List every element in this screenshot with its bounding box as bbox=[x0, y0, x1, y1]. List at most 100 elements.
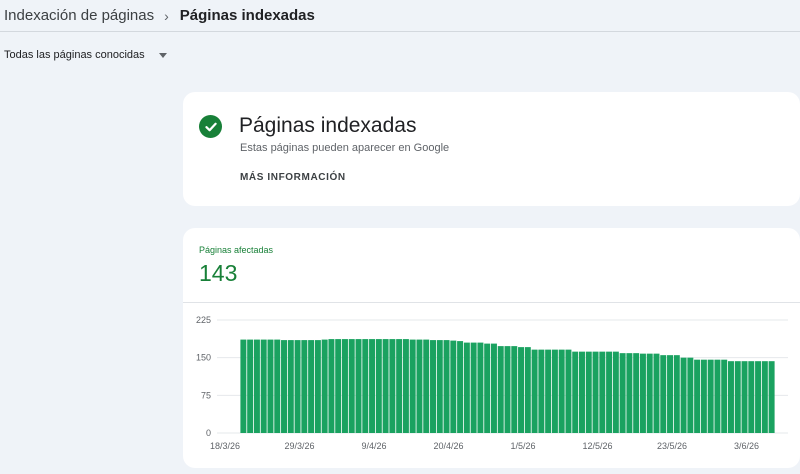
x-tick-label: 1/5/26 bbox=[510, 441, 535, 451]
chart-bar bbox=[348, 339, 355, 433]
chart-bar bbox=[741, 361, 748, 433]
y-tick-label: 75 bbox=[201, 390, 211, 400]
chart-bar bbox=[308, 340, 315, 433]
x-tick-label: 12/5/26 bbox=[582, 441, 612, 451]
chart-bar bbox=[700, 359, 707, 433]
chart-bar bbox=[260, 339, 267, 433]
chart-bar bbox=[579, 351, 585, 433]
chart-bar bbox=[524, 347, 531, 433]
y-tick-label: 150 bbox=[196, 353, 211, 363]
chart-bar bbox=[477, 342, 484, 433]
chart-bar bbox=[531, 349, 538, 433]
chart-bar bbox=[761, 361, 768, 433]
chart-bar bbox=[436, 340, 443, 433]
chart-bar bbox=[558, 349, 565, 433]
chart-bar bbox=[382, 339, 389, 433]
breadcrumb: Indexación de páginas › Páginas indexada… bbox=[0, 0, 800, 32]
chart-bar bbox=[253, 339, 260, 433]
chart-bar bbox=[639, 353, 646, 433]
chart-bar bbox=[335, 339, 342, 433]
chart-bar bbox=[328, 339, 335, 433]
chart-bar bbox=[768, 361, 775, 433]
x-tick-label: 20/4/26 bbox=[433, 441, 463, 451]
chart-bar bbox=[267, 339, 274, 433]
chart-bar bbox=[592, 351, 599, 433]
chart-bar bbox=[707, 359, 714, 433]
chart-bar bbox=[694, 359, 701, 433]
x-tick-label: 18/3/26 bbox=[210, 441, 240, 451]
chart-bar bbox=[633, 353, 640, 433]
chart-bar bbox=[585, 351, 592, 433]
chart-bar bbox=[599, 351, 606, 433]
chart-bar bbox=[274, 339, 281, 433]
chart-bar bbox=[606, 351, 613, 433]
x-tick-label: 29/3/26 bbox=[284, 441, 314, 451]
chart-bar bbox=[341, 339, 348, 433]
chart-bar bbox=[653, 353, 660, 433]
chart-bar bbox=[626, 353, 633, 433]
chart-bar bbox=[565, 349, 572, 433]
chart-bar bbox=[389, 339, 396, 433]
chart-bar bbox=[497, 346, 504, 433]
x-tick-label: 9/4/26 bbox=[361, 441, 386, 451]
page-filter-dropdown[interactable]: Todas las páginas conocidas bbox=[4, 46, 167, 64]
chart-bar bbox=[287, 340, 294, 433]
chart-bar bbox=[687, 357, 694, 433]
chart-bar bbox=[748, 361, 755, 433]
breadcrumb-parent-link[interactable]: Indexación de páginas bbox=[4, 7, 154, 24]
caret-down-icon bbox=[158, 52, 167, 58]
chart-bar bbox=[314, 340, 321, 433]
chart-bar bbox=[714, 359, 721, 433]
page-filter-value: Todas las páginas conocidas bbox=[4, 49, 145, 61]
chart-bar bbox=[281, 340, 288, 433]
chart-bar bbox=[551, 349, 558, 433]
chart-bar bbox=[355, 339, 362, 433]
chart-bar bbox=[612, 351, 619, 433]
x-tick-label: 3/6/26 bbox=[734, 441, 759, 451]
chart-bar bbox=[402, 339, 409, 433]
chart-bar bbox=[680, 357, 687, 433]
chart-bar bbox=[409, 339, 416, 433]
indexed-pages-bar-chart: 225 150 75 0 18/3/26 29/3/26 9/4/26 20/4/26 1/5/… bbox=[196, 315, 788, 451]
chart-bar bbox=[443, 340, 450, 433]
chart-bar bbox=[430, 340, 436, 433]
chart-bar bbox=[375, 339, 382, 433]
chart-bar bbox=[518, 347, 525, 433]
status-card: Páginas indexadas Estas páginas pueden a… bbox=[183, 92, 800, 206]
chart-bar bbox=[538, 349, 545, 433]
page-title: Páginas indexadas bbox=[179, 7, 315, 24]
chart-bar bbox=[504, 346, 511, 433]
chart-bar bbox=[646, 353, 653, 433]
chart-bar bbox=[727, 361, 734, 433]
chart-bar bbox=[416, 339, 423, 433]
chart-bar bbox=[490, 343, 497, 433]
chart-bar bbox=[450, 340, 457, 433]
y-tick-label: 0 bbox=[206, 428, 211, 438]
chart-bar bbox=[667, 355, 674, 433]
chart-bar bbox=[457, 341, 464, 433]
chart-bar bbox=[301, 340, 308, 433]
chart-bar bbox=[362, 339, 369, 433]
chart-bar bbox=[423, 339, 430, 433]
check-circle-icon bbox=[199, 115, 222, 138]
chart-bar bbox=[247, 339, 254, 433]
more-info-link[interactable]: MÁS INFORMACIÓN bbox=[240, 172, 346, 183]
chart-bar bbox=[470, 342, 477, 433]
chart-bar bbox=[463, 342, 470, 433]
y-tick-label: 225 bbox=[196, 315, 211, 325]
chart-bar bbox=[545, 349, 552, 433]
status-description: Estas páginas pueden aparecer en Google bbox=[240, 142, 450, 154]
chart-bar bbox=[396, 339, 403, 433]
chart-bar bbox=[572, 351, 579, 433]
chart-bar bbox=[673, 355, 680, 433]
chart-bar bbox=[294, 340, 301, 433]
chart-bar bbox=[321, 339, 328, 433]
chart-bar bbox=[484, 343, 491, 433]
chevron-right-icon: › bbox=[164, 7, 169, 24]
chart-bar bbox=[369, 339, 376, 433]
chart-bar bbox=[511, 346, 518, 433]
chart-bar bbox=[734, 361, 741, 433]
chart-bar bbox=[660, 355, 667, 433]
chart-bar bbox=[721, 359, 728, 433]
status-title: Páginas indexadas bbox=[239, 114, 417, 137]
